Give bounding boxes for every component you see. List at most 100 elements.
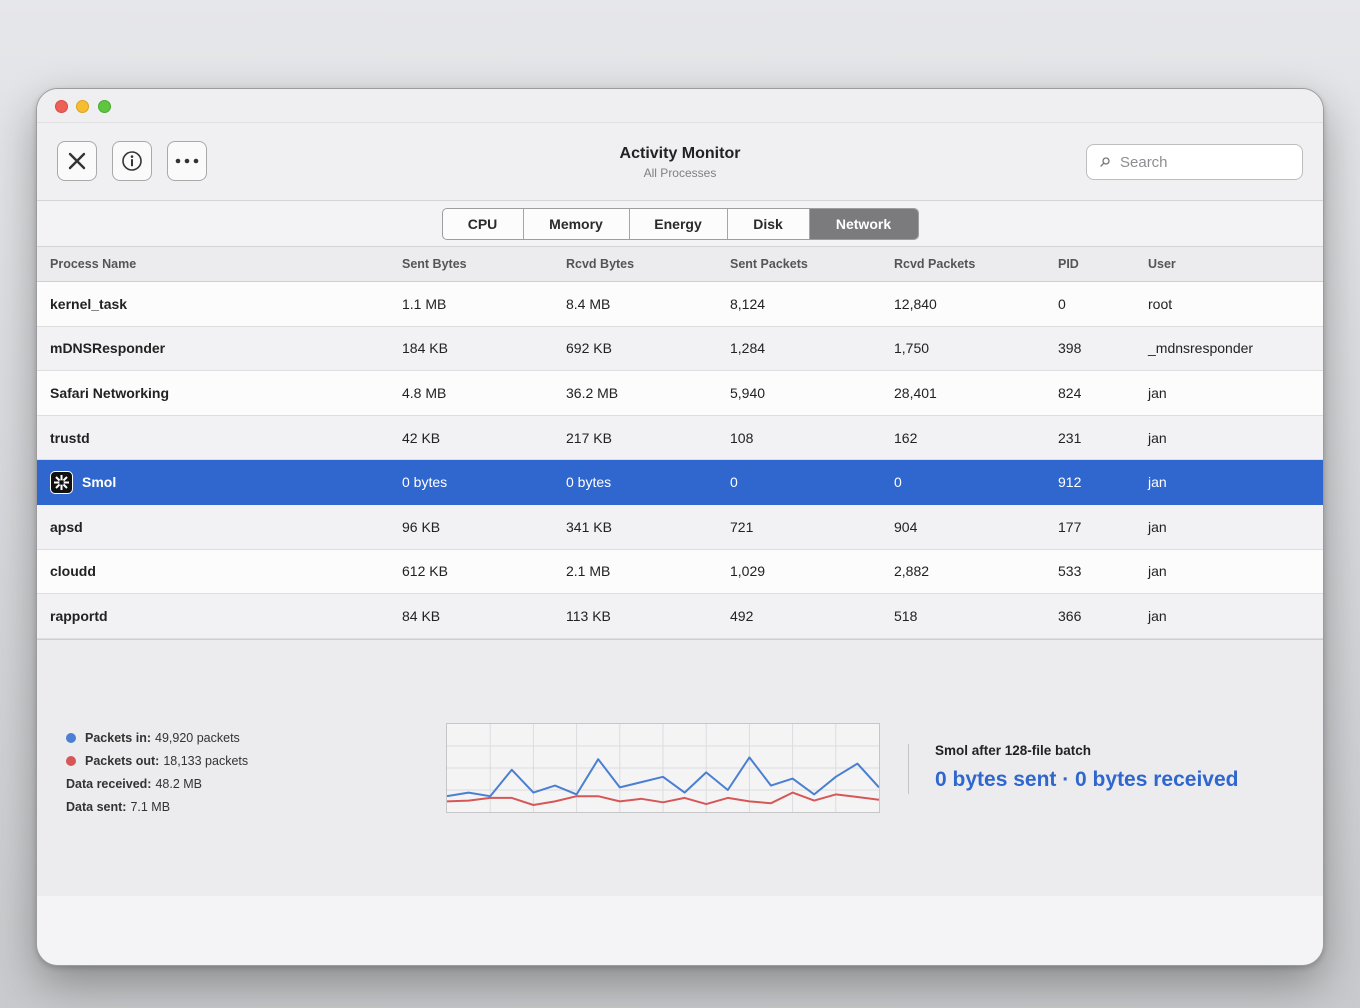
- cell-user: root: [1148, 295, 1173, 312]
- cell-rcvd-packets: 904: [894, 518, 918, 535]
- summary-title: Smol after 128-file batch: [935, 743, 1092, 758]
- cell-user: jan: [1148, 518, 1167, 535]
- stat-label: Packets out:: [85, 753, 160, 768]
- tab-cpu[interactable]: CPU: [443, 208, 524, 239]
- stat-packets-out: Packets out: 18,133 packets: [66, 749, 248, 772]
- close-window-button[interactable]: [55, 100, 68, 113]
- stat-packets-in: Packets in: 49,920 packets: [66, 726, 248, 749]
- cell-sent-packets: 0: [730, 474, 738, 491]
- tab-memory[interactable]: Memory: [524, 208, 630, 239]
- search-field[interactable]: [1086, 144, 1303, 180]
- cell-sent-packets: 1,029: [730, 563, 766, 580]
- column-header-rcvd-packets[interactable]: Rcvd Packets: [894, 247, 975, 281]
- column-header-pid[interactable]: PID: [1058, 247, 1079, 281]
- cell-sent-packets: 721: [730, 518, 754, 535]
- table-header: Process Name Sent Bytes Rcvd Bytes Sent …: [37, 247, 1323, 282]
- stat-data-sent: Data sent: 7.1 MB: [66, 795, 248, 818]
- cell-sent-bytes: 0 bytes: [402, 474, 448, 491]
- smol-app-icon: [50, 470, 73, 494]
- tab-disk[interactable]: Disk: [728, 208, 810, 239]
- cell-rcvd-bytes: 341 KB: [566, 518, 612, 535]
- table-row[interactable]: Safari Networking 4.8 MB 36.2 MB 5,940 2…: [37, 371, 1323, 416]
- cell-pid: 231: [1058, 429, 1082, 446]
- cell-rcvd-packets: 28,401: [894, 384, 937, 401]
- cell-sent-bytes: 42 KB: [402, 429, 441, 446]
- segmented-control: CPU Memory Energy Disk Network: [441, 207, 919, 240]
- cell-process-name: Safari Networking: [50, 384, 170, 401]
- cell-rcvd-bytes: 692 KB: [566, 340, 612, 357]
- window-footer: [37, 896, 1323, 965]
- minimize-window-button[interactable]: [76, 100, 89, 113]
- cell-process-name: rapportd: [50, 607, 108, 624]
- stat-value: 49,920 packets: [155, 730, 240, 745]
- table-row[interactable]: rapportd 84 KB 113 KB 492 518 366 jan: [37, 594, 1323, 639]
- cell-rcvd-bytes: 8.4 MB: [566, 295, 611, 312]
- cell-user: _mdnsresponder: [1148, 340, 1254, 357]
- cell-sent-bytes: 4.8 MB: [402, 384, 447, 401]
- cell-pid: 824: [1058, 384, 1082, 401]
- summary-divider: [908, 744, 909, 794]
- cell-pid: 177: [1058, 518, 1082, 535]
- cell-user: jan: [1148, 429, 1167, 446]
- network-summary-panel: Packets in: 49,920 packets Packets out: …: [37, 639, 1323, 896]
- stat-label: Data sent:: [66, 799, 127, 814]
- cell-process-name: cloudd: [50, 563, 96, 580]
- cell-sent-packets: 1,284: [730, 340, 766, 357]
- cell-rcvd-bytes: 217 KB: [566, 429, 612, 446]
- title-bar: [37, 89, 1323, 123]
- column-header-sent-packets[interactable]: Sent Packets: [730, 247, 808, 281]
- tab-bar: CPU Memory Energy Disk Network: [37, 201, 1323, 247]
- stat-value: 18,133 packets: [163, 753, 249, 768]
- cell-rcvd-packets: 12,840: [894, 295, 937, 312]
- table-row[interactable]: cloudd 612 KB 2.1 MB 1,029 2,882 533 jan: [37, 549, 1323, 595]
- table-row[interactable]: trustd 42 KB 217 KB 108 162 231 jan: [37, 415, 1323, 461]
- cell-rcvd-bytes: 2.1 MB: [566, 563, 611, 580]
- cell-sent-bytes: 612 KB: [402, 563, 448, 580]
- tab-network[interactable]: Network: [809, 208, 918, 239]
- cell-sent-bytes: 96 KB: [402, 518, 441, 535]
- cell-user: jan: [1148, 474, 1167, 491]
- tab-energy[interactable]: Energy: [630, 208, 728, 239]
- cell-process-name: trustd: [50, 429, 90, 446]
- cell-sent-packets: 8,124: [730, 295, 766, 312]
- stat-value: 48.2 MB: [155, 776, 203, 791]
- column-header-rcvd-bytes[interactable]: Rcvd Bytes: [566, 247, 634, 281]
- search-input[interactable]: [1120, 153, 1290, 171]
- process-table: kernel_task 1.1 MB 8.4 MB 8,124 12,840 0…: [37, 282, 1323, 639]
- network-stats: Packets in: 49,920 packets Packets out: …: [66, 726, 248, 818]
- cell-process-name: mDNSResponder: [50, 340, 166, 357]
- cell-rcvd-bytes: 0 bytes: [566, 474, 612, 491]
- selected-process-summary: Smol after 128-file batch 0 bytes sent ·…: [935, 743, 1239, 792]
- cell-rcvd-packets: 518: [894, 607, 918, 624]
- cell-pid: 366: [1058, 607, 1082, 624]
- cell-process-name: kernel_task: [50, 295, 128, 312]
- cell-sent-packets: 108: [730, 429, 754, 446]
- activity-monitor-window: Activity Monitor All Processes CPU Memor…: [36, 88, 1324, 966]
- packets-graph: [446, 723, 880, 813]
- stat-label: Packets in:: [85, 730, 152, 745]
- table-row[interactable]: apsd 96 KB 341 KB 721 904 177 jan: [37, 504, 1323, 550]
- cell-pid: 912: [1058, 474, 1082, 491]
- table-row-selected[interactable]: Smol 0 bytes 0 bytes 0 0 912 jan: [37, 460, 1323, 505]
- cell-process-name: apsd: [50, 518, 83, 535]
- cell-process-name-with-icon: Smol: [50, 460, 116, 504]
- cell-sent-packets: 492: [730, 607, 754, 624]
- toolbar: Activity Monitor All Processes: [37, 123, 1323, 201]
- cell-process-name: Smol: [82, 474, 117, 491]
- stat-label: Data received:: [66, 776, 152, 791]
- cell-rcvd-packets: 0: [894, 474, 902, 491]
- column-header-user[interactable]: User: [1148, 247, 1176, 281]
- packets-in-legend-dot: [66, 732, 76, 743]
- cell-sent-bytes: 84 KB: [402, 607, 441, 624]
- cell-user: jan: [1148, 563, 1167, 580]
- column-header-sent-bytes[interactable]: Sent Bytes: [402, 247, 467, 281]
- cell-rcvd-packets: 162: [894, 429, 918, 446]
- cell-user: jan: [1148, 607, 1167, 624]
- table-row[interactable]: kernel_task 1.1 MB 8.4 MB 8,124 12,840 0…: [37, 282, 1323, 327]
- table-row[interactable]: mDNSResponder 184 KB 692 KB 1,284 1,750 …: [37, 326, 1323, 372]
- search-icon: [1100, 157, 1110, 167]
- packets-out-legend-dot: [66, 755, 76, 766]
- stat-value: 7.1 MB: [130, 799, 171, 814]
- column-header-process-name[interactable]: Process Name: [50, 247, 136, 281]
- zoom-window-button[interactable]: [98, 100, 111, 113]
